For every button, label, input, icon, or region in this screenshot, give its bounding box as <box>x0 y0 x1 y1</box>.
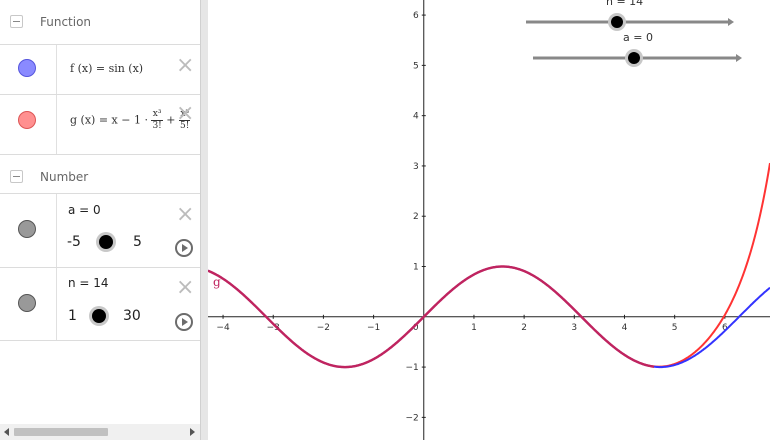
algebra-view: Function f (x) = sin (x) × g (x) = x − 1… <box>0 0 200 440</box>
collapse-number-icon[interactable] <box>10 170 23 183</box>
slider-n-knob[interactable] <box>92 309 106 323</box>
group-label-number: Number <box>40 170 89 184</box>
slider-max-a: 5 <box>133 234 142 250</box>
play-a-icon[interactable] <box>175 239 193 257</box>
y-tick-label: −2 <box>405 413 418 423</box>
function-g-curve[interactable] <box>207 162 770 369</box>
fraction-x3-over-3: x³ 3! <box>151 109 163 131</box>
algebra-row-f[interactable]: f (x) = sin (x) × <box>0 44 200 94</box>
g-curve-label: g <box>213 275 221 289</box>
graph-slider-a-label[interactable]: a = 0 <box>623 31 653 44</box>
visibility-toggle-g[interactable] <box>18 111 36 129</box>
y-tick-label: 5 <box>413 61 419 71</box>
slider-n-point[interactable] <box>611 16 623 28</box>
graph-slider-n-label[interactable]: n = 14 <box>606 0 643 8</box>
visibility-toggle-f[interactable] <box>18 59 36 77</box>
algebra-row-a[interactable]: a = 0 -5 5 × <box>0 193 200 267</box>
x-tick-label: −1 <box>367 323 380 333</box>
x-tick-label: 4 <box>622 323 628 333</box>
slider-min-n: 1 <box>68 308 77 324</box>
group-header-function[interactable]: Function <box>0 0 200 44</box>
x-tick-label: 2 <box>521 323 527 333</box>
scroll-right-icon[interactable] <box>190 428 195 436</box>
slider-a-knob[interactable] <box>99 235 113 249</box>
x-tick-label: 3 <box>571 323 577 333</box>
scroll-left-icon[interactable] <box>4 428 9 436</box>
x-tick-label: −4 <box>216 323 230 333</box>
graph-canvas[interactable]: −4 −3 −2 −1 0 1 2 3 4 5 6−2−1123456 g <box>207 0 770 440</box>
y-tick-label: 3 <box>413 162 419 172</box>
y-tick-label: 1 <box>413 263 419 273</box>
x-tick-label: 1 <box>471 323 477 333</box>
y-tick-label: 2 <box>413 212 419 222</box>
delete-g-icon[interactable]: × <box>176 103 194 125</box>
group-label-function: Function <box>40 15 92 29</box>
visibility-toggle-n[interactable] <box>18 294 36 312</box>
play-n-icon[interactable] <box>175 313 193 331</box>
slider-n-arrow-icon <box>728 18 734 26</box>
formula-f[interactable]: f (x) = sin (x) <box>70 62 143 75</box>
algebra-row-g[interactable]: g (x) = x − 1 · x³ 3! + x⁵ 5! × <box>0 94 200 154</box>
collapse-function-icon[interactable] <box>10 15 23 28</box>
number-label-a[interactable]: a = 0 <box>68 203 101 217</box>
y-tick-label: 4 <box>413 112 419 122</box>
y-tick-label: 6 <box>413 11 419 21</box>
y-tick-label: −1 <box>405 363 418 373</box>
group-header-number[interactable]: Number <box>0 154 200 198</box>
slider-max-n: 30 <box>123 308 141 324</box>
slider-a-point[interactable] <box>628 52 640 64</box>
scrollbar-thumb[interactable] <box>14 428 108 436</box>
formula-g-prefix: g (x) = x − 1 · <box>70 113 148 127</box>
algebra-row-n[interactable]: n = 14 1 30 × <box>0 267 200 341</box>
visibility-toggle-a[interactable] <box>18 220 36 238</box>
delete-n-icon[interactable]: × <box>176 277 194 299</box>
plus-sign: + <box>166 113 176 127</box>
horizontal-scrollbar[interactable] <box>0 424 200 440</box>
delete-a-icon[interactable]: × <box>176 204 194 226</box>
formula-g[interactable]: g (x) = x − 1 · x³ 3! + x⁵ 5! <box>70 109 191 132</box>
delete-f-icon[interactable]: × <box>176 55 194 77</box>
slider-min-a: -5 <box>67 234 81 250</box>
view-divider[interactable] <box>200 0 208 440</box>
number-label-n[interactable]: n = 14 <box>68 276 109 290</box>
slider-a-arrow-icon <box>736 54 742 62</box>
graphics-view[interactable]: −4 −3 −2 −1 0 1 2 3 4 5 6 −2 −1 1 2 3 4 5 6 g n = 14 a = 0 <box>207 0 770 440</box>
x-tick-label: −2 <box>317 323 330 333</box>
x-tick-label: 5 <box>672 323 678 333</box>
